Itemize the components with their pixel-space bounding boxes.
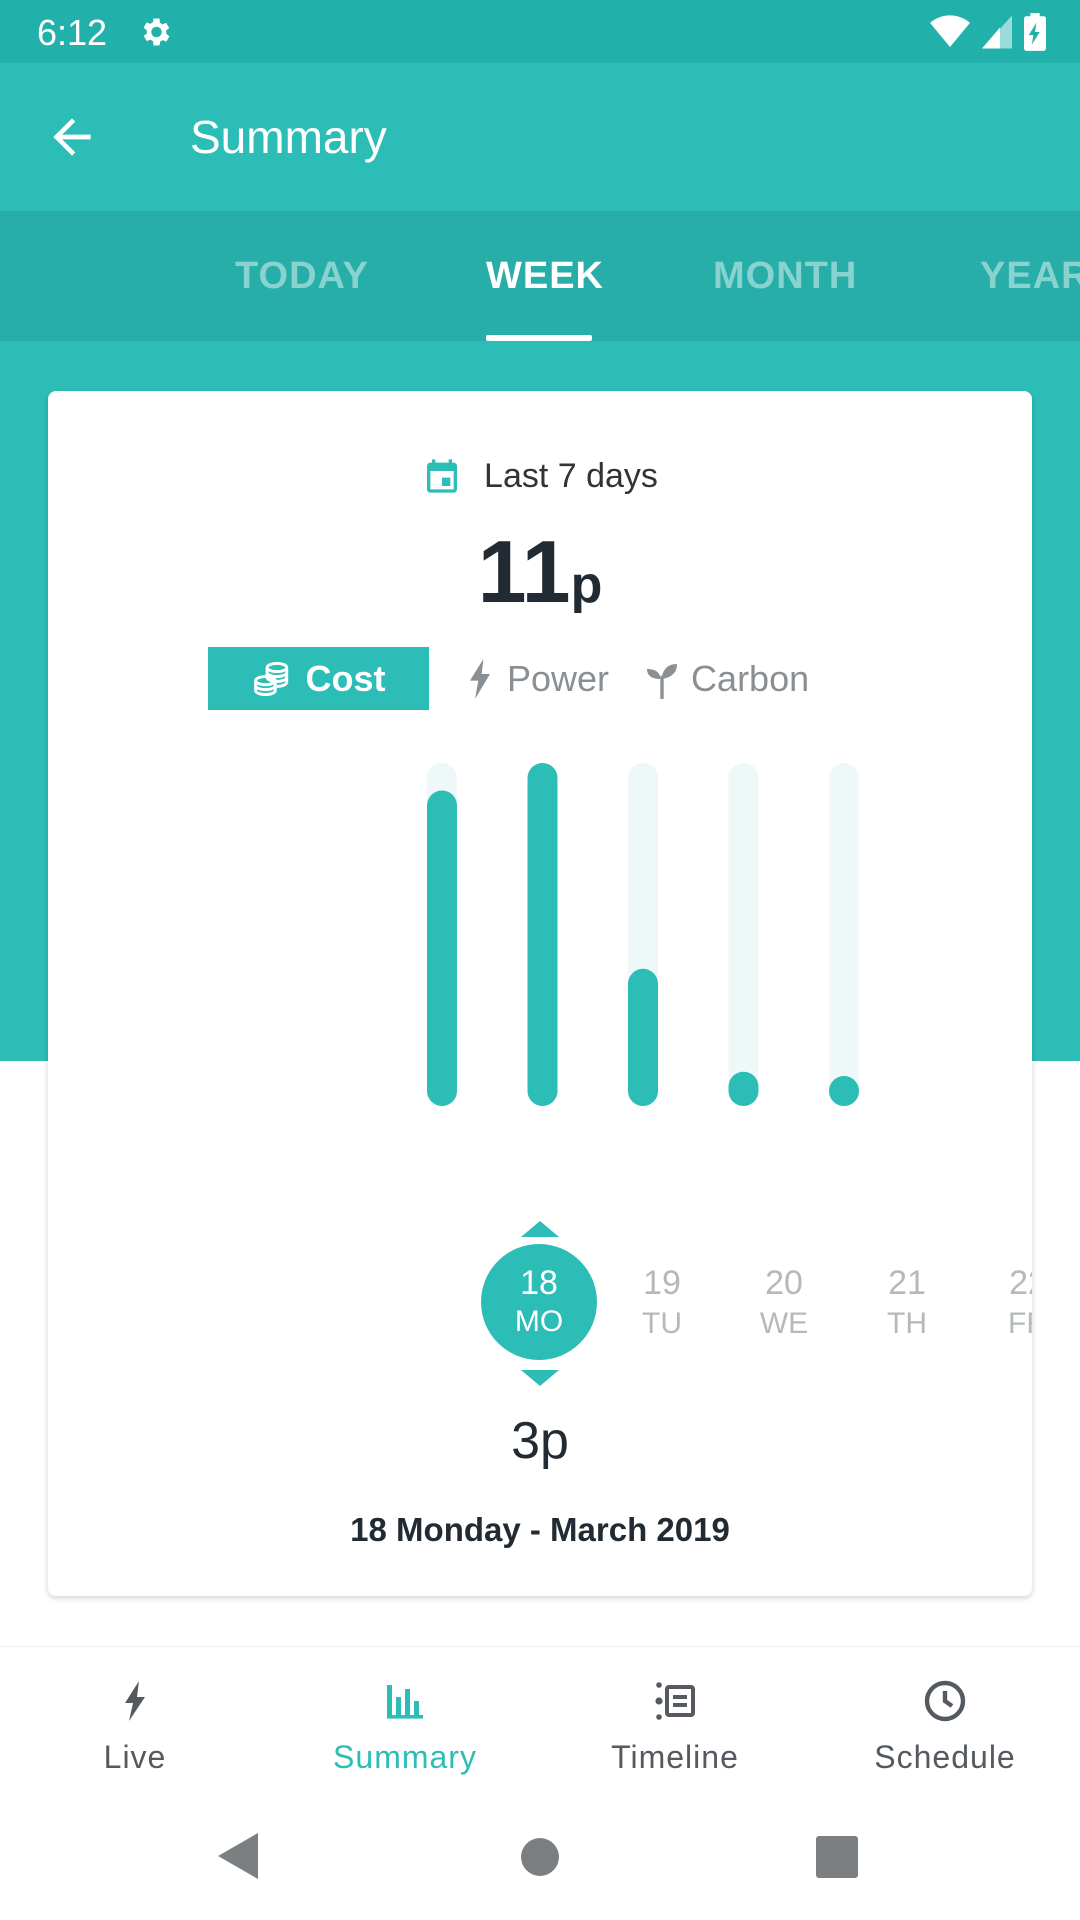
page-title: Summary — [190, 111, 387, 163]
clock-icon — [924, 1680, 966, 1722]
sprout-icon — [647, 663, 678, 699]
carbon-label: Carbon — [691, 657, 810, 699]
nav-schedule[interactable]: Schedule — [810, 1677, 1080, 1776]
lightning-icon — [125, 1681, 145, 1721]
nav-label: Timeline — [611, 1739, 739, 1775]
power-label: Power — [507, 657, 610, 699]
timeline-icon — [655, 1682, 695, 1720]
total-unit: p — [570, 556, 603, 614]
cell-signal-icon — [982, 15, 1012, 49]
range-label: Last 7 days — [484, 456, 658, 495]
metric-selector: Cost Power Carbon — [208, 647, 809, 710]
bar-chart-icon — [387, 1685, 423, 1719]
bar-day-22[interactable] — [829, 1076, 859, 1106]
nav-summary[interactable]: Summary — [270, 1677, 540, 1776]
selected-up-arrow — [521, 1221, 559, 1237]
day-18[interactable]: 18 MO — [481, 1244, 597, 1360]
day-19[interactable]: 19 TU — [622, 1264, 702, 1341]
day-number: 19 — [643, 1264, 681, 1302]
cost-button[interactable]: Cost — [208, 647, 429, 710]
bar-day-21[interactable] — [728, 1071, 759, 1106]
nav-label: Schedule — [874, 1739, 1016, 1775]
bar-day-18[interactable] — [427, 790, 457, 1106]
bar-day-20[interactable] — [628, 968, 658, 1106]
bar-track — [829, 763, 859, 1106]
selected-down-arrow — [521, 1370, 559, 1386]
day-20[interactable]: 20 WE — [744, 1264, 824, 1341]
day-abbr: FR — [1008, 1307, 1032, 1340]
carbon-button[interactable]: Carbon — [645, 658, 809, 700]
day-abbr: TH — [887, 1307, 927, 1340]
period-tabs: TODAY WEEK MONTH YEAR — [0, 211, 1080, 341]
back-triangle-icon[interactable] — [218, 1833, 260, 1879]
arrow-back-icon[interactable] — [44, 109, 100, 165]
tab-year[interactable]: YEAR — [980, 255, 1080, 298]
battery-charging-icon — [1024, 13, 1046, 51]
day-21[interactable]: 21 TH — [867, 1264, 947, 1341]
day-number: 20 — [765, 1264, 803, 1302]
total-number: 11 — [477, 522, 571, 621]
bar-day-19[interactable] — [527, 763, 558, 1106]
summary-card: Last 7 days 11p Cost Power Carbon 18 MO … — [48, 391, 1032, 1596]
coins-icon — [253, 661, 288, 696]
recents-square-icon[interactable] — [816, 1836, 858, 1878]
wifi-icon — [930, 15, 970, 48]
day-abbr: MO — [514, 1305, 564, 1338]
nav-timeline[interactable]: Timeline — [540, 1677, 810, 1776]
lightning-icon — [470, 658, 490, 699]
calendar-icon — [427, 459, 458, 493]
day-number: 18 — [520, 1264, 558, 1302]
home-circle-icon[interactable] — [520, 1837, 560, 1877]
nav-label: Live — [103, 1739, 167, 1775]
day-22[interactable]: 22 FR — [988, 1264, 1032, 1341]
nav-label: Summary — [333, 1739, 477, 1775]
bottom-navigation: Live Summary Timeline Schedule — [0, 1646, 1080, 1801]
status-time: 6:12 — [37, 12, 108, 53]
bar-track — [728, 763, 759, 1106]
cost-label: Cost — [305, 657, 386, 699]
day-abbr: WE — [759, 1307, 809, 1340]
system-navigation-bar — [0, 1801, 1080, 1920]
gear-icon — [143, 18, 170, 46]
status-bar: 6:12 — [0, 0, 1080, 63]
selected-day-value: 3p — [511, 1412, 569, 1470]
nav-live[interactable]: Live — [0, 1677, 270, 1776]
day-number: 22 — [1009, 1264, 1032, 1302]
power-button[interactable]: Power — [465, 658, 609, 700]
range-selector[interactable]: Last 7 days — [48, 451, 1032, 501]
app-bar: Summary — [0, 63, 1080, 211]
day-number: 21 — [888, 1264, 926, 1302]
day-abbr: TU — [642, 1307, 682, 1340]
total-value: 11p — [48, 521, 1032, 623]
tab-today[interactable]: TODAY — [235, 255, 369, 298]
selected-day-date: 18 Monday - March 2019 — [350, 1511, 730, 1548]
tab-month[interactable]: MONTH — [713, 255, 857, 298]
tab-week[interactable]: WEEK — [486, 255, 604, 298]
